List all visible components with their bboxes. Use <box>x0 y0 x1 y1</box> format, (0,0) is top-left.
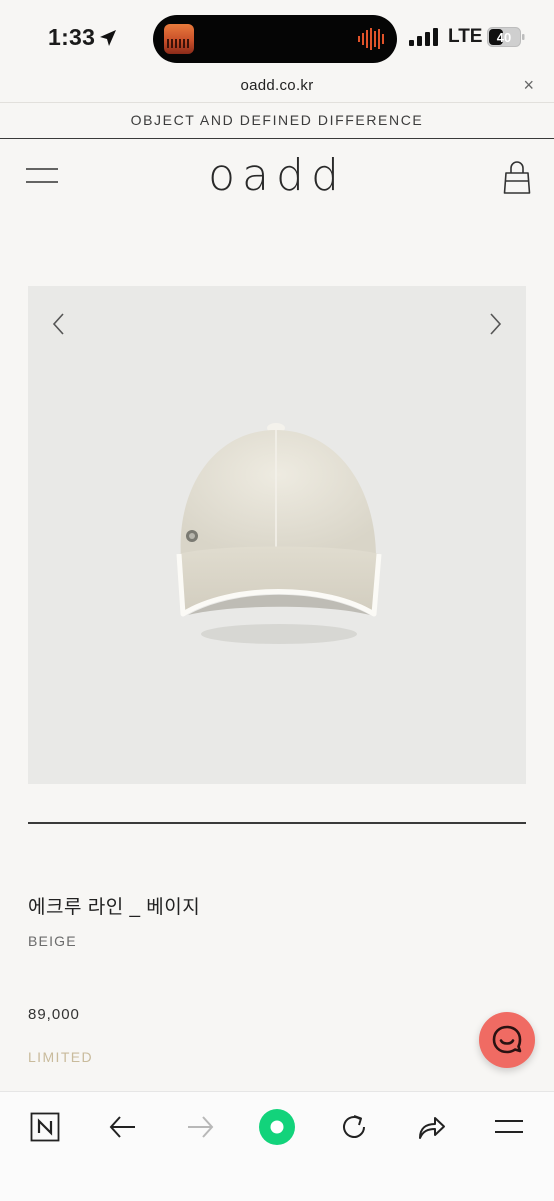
limited-badge: LIMITED <box>28 1049 94 1065</box>
naver-home-icon <box>30 1112 60 1142</box>
back-button[interactable] <box>104 1108 142 1146</box>
carrier-label: LTE <box>448 26 483 47</box>
reload-button[interactable] <box>335 1108 373 1146</box>
forward-arrow-icon <box>188 1116 214 1138</box>
menu-icon <box>495 1120 523 1133</box>
dynamic-island[interactable] <box>153 15 397 63</box>
banner-text: OBJECT AND DEFINED DIFFERENCE <box>130 112 424 128</box>
green-dot-button[interactable] <box>258 1108 296 1146</box>
product-image-gallery[interactable] <box>28 286 526 784</box>
reload-icon <box>343 1115 365 1138</box>
chevron-right-icon[interactable] <box>482 310 508 338</box>
status-time: 1:33 <box>48 24 96 50</box>
browser-toolbar <box>0 1091 554 1201</box>
forward-button[interactable] <box>181 1108 219 1146</box>
battery-level: 40 <box>497 30 511 45</box>
share-icon <box>419 1117 445 1139</box>
naver-home-button[interactable] <box>26 1108 64 1146</box>
audio-waveform-icon <box>358 28 384 50</box>
chevron-left-icon[interactable] <box>46 310 72 338</box>
shopping-bag-icon[interactable] <box>503 160 531 194</box>
close-icon[interactable]: × <box>523 75 534 96</box>
product-color: BEIGE <box>28 933 77 949</box>
product-name: 에크루 라인 _ 베이지 <box>28 897 201 918</box>
location-arrow-icon <box>100 30 116 46</box>
menu-button[interactable] <box>490 1108 528 1146</box>
announcement-banner: OBJECT AND DEFINED DIFFERENCE <box>0 102 554 139</box>
site-logo[interactable]: oadd <box>0 150 554 201</box>
chat-button[interactable] <box>479 1012 535 1068</box>
url-text[interactable]: oadd.co.kr <box>0 77 554 94</box>
product-price: 89,000 <box>28 1006 80 1023</box>
status-bar: 1:33 LTE 40 <box>0 0 554 74</box>
battery-icon: 40 <box>487 27 525 47</box>
divider <box>28 822 526 824</box>
back-arrow-icon <box>109 1116 135 1138</box>
share-button[interactable] <box>412 1108 450 1146</box>
chat-icon <box>492 1025 522 1054</box>
green-dot-icon <box>259 1109 295 1145</box>
album-art-thumbnail <box>164 24 194 54</box>
cellular-signal-icon <box>409 28 438 46</box>
product-image-cap <box>176 423 382 644</box>
browser-url-bar[interactable]: oadd.co.kr × <box>0 74 554 103</box>
